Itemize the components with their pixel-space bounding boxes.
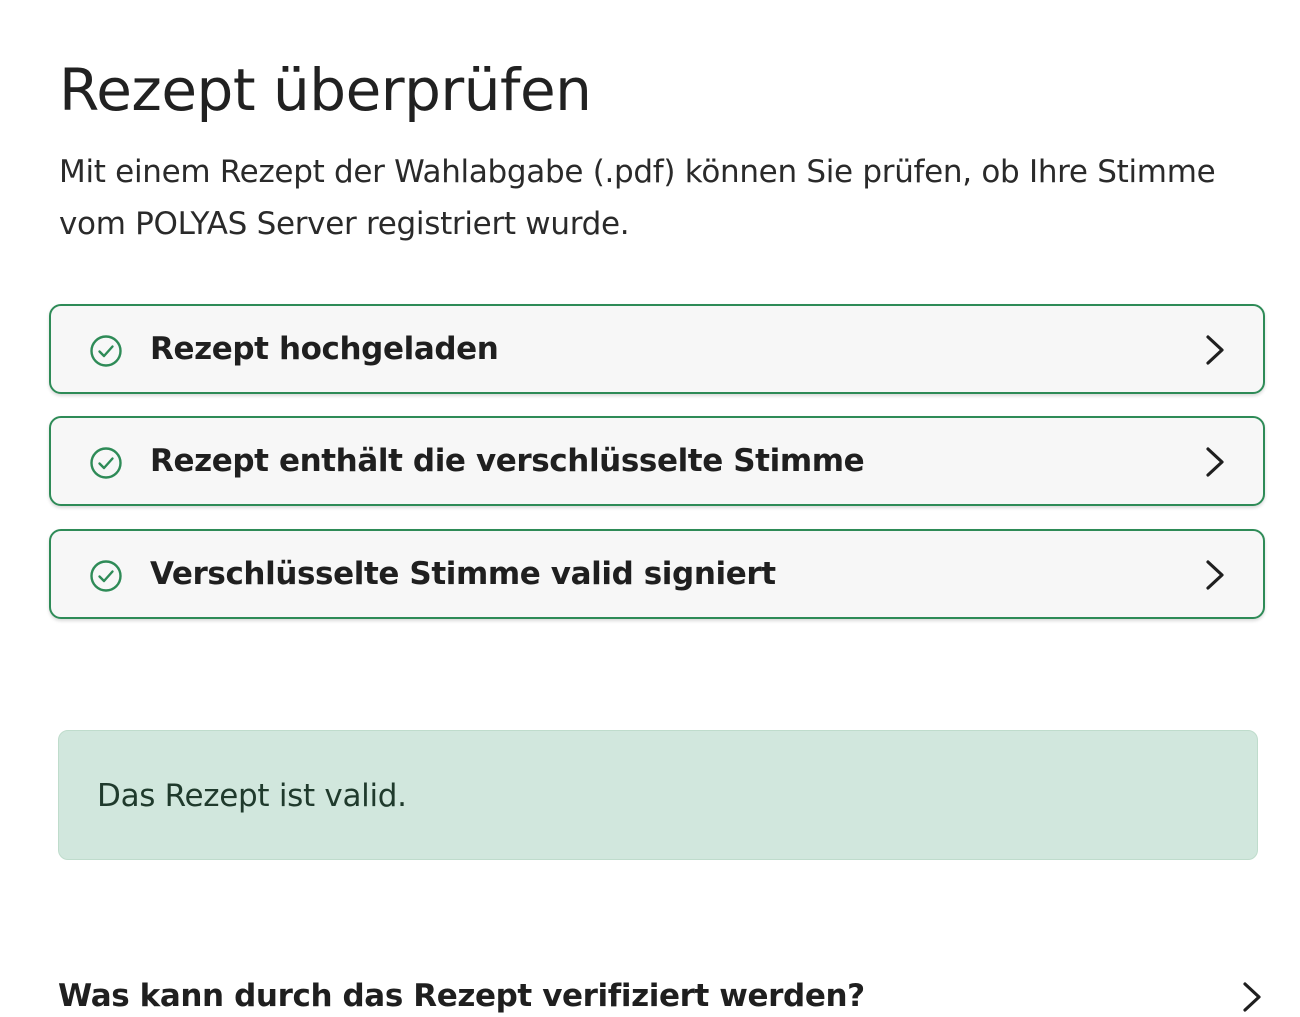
result-alert: Das Rezept ist valid. (58, 730, 1258, 860)
page-description: Mit einem Rezept der Wahlabgabe (.pdf) k… (59, 154, 1216, 242)
receipt-verification-page: Rezept überprüfen Mit einem Rezept der W… (0, 0, 1300, 1017)
chevron-right-icon (1206, 560, 1224, 590)
faq-toggle[interactable]: Was kann durch das Rezept verifiziert we… (58, 960, 1264, 1017)
chevron-right-icon (1206, 447, 1224, 477)
check-circle-icon (90, 447, 122, 479)
chevron-right-icon (1243, 982, 1261, 1012)
step-label: Rezept enthält die verschlüsselte Stimme (150, 443, 865, 479)
step-label: Verschlüsselte Stimme valid signiert (150, 556, 776, 592)
step-contains-encrypted-vote[interactable]: Rezept enthält die verschlüsselte Stimme (49, 416, 1265, 506)
step-label: Rezept hochgeladen (150, 331, 499, 367)
result-message: Das Rezept ist valid. (97, 778, 407, 814)
check-circle-icon (90, 560, 122, 592)
check-circle-icon (90, 335, 122, 367)
step-receipt-uploaded[interactable]: Rezept hochgeladen (49, 304, 1265, 394)
page-title: Rezept überprüfen (59, 56, 592, 124)
faq-question: Was kann durch das Rezept verifiziert we… (58, 978, 865, 1014)
chevron-right-icon (1206, 335, 1224, 365)
step-valid-signature[interactable]: Verschlüsselte Stimme valid signiert (49, 529, 1265, 619)
